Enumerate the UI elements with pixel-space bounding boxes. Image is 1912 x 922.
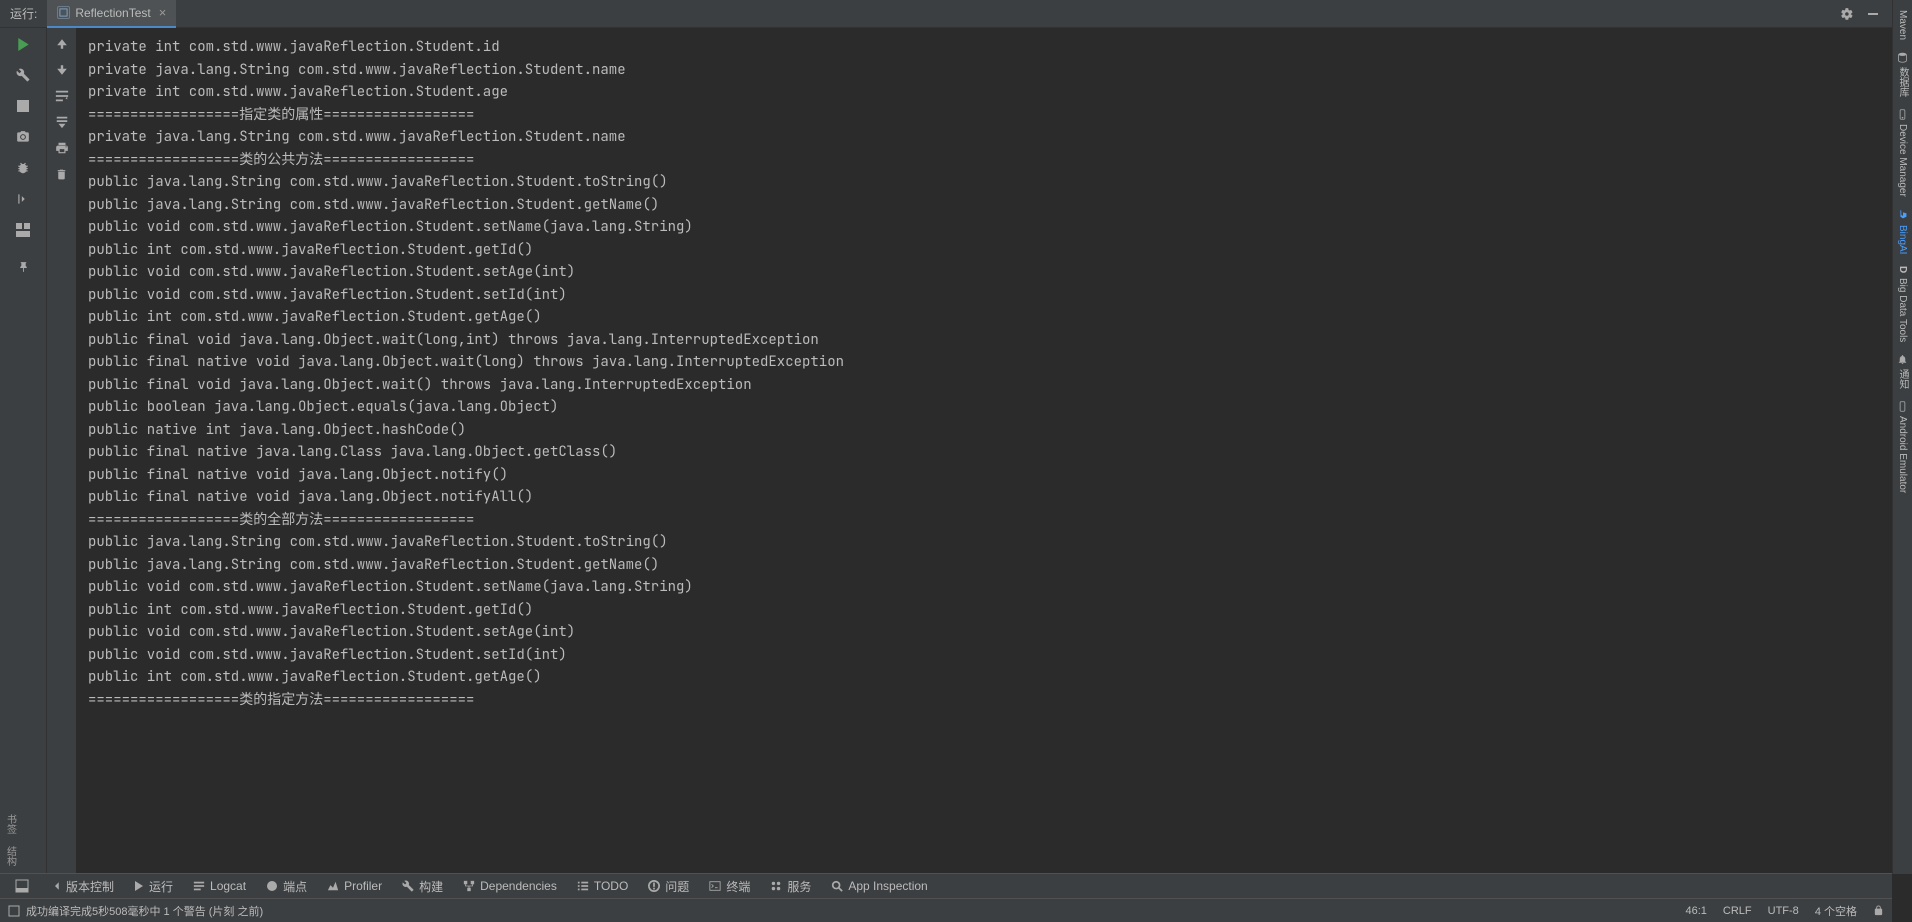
- file-encoding[interactable]: UTF-8: [1768, 905, 1799, 917]
- soft-wrap-icon[interactable]: [54, 88, 70, 104]
- right-tool-bingai[interactable]: BingAI: [1895, 204, 1911, 259]
- tool-run[interactable]: 运行: [124, 874, 183, 898]
- indent-setting[interactable]: 4 个空格: [1815, 903, 1857, 919]
- right-tool-notifications[interactable]: 通知: [1893, 349, 1912, 394]
- tool-services[interactable]: 服务: [760, 874, 821, 898]
- tool-build[interactable]: 构建: [392, 874, 453, 898]
- tool-profiler[interactable]: Profiler: [317, 874, 392, 898]
- layout-icon[interactable]: [15, 222, 31, 238]
- settings-icon[interactable]: [1840, 7, 1854, 21]
- left-tool-structure[interactable]: 结构: [3, 840, 18, 872]
- tool-problems[interactable]: 问题: [638, 874, 699, 898]
- right-tool-maven[interactable]: Maven: [1895, 5, 1910, 45]
- exit-icon[interactable]: [15, 191, 31, 207]
- camera-icon[interactable]: [15, 129, 31, 145]
- print-icon[interactable]: [54, 140, 70, 156]
- right-tool-device-manager[interactable]: Device Manager: [1895, 104, 1910, 202]
- tool-todo[interactable]: TODO: [567, 874, 638, 898]
- right-tool-android-emulator[interactable]: Android Emulator: [1895, 396, 1910, 498]
- trash-icon[interactable]: [54, 166, 70, 182]
- tool-logcat[interactable]: Logcat: [183, 874, 256, 898]
- left-tool-bookmarks[interactable]: 书签: [3, 808, 18, 840]
- run-left-gutter: [0, 28, 46, 873]
- run-label: 运行:: [0, 5, 47, 22]
- minimize-icon[interactable]: [1866, 7, 1880, 21]
- lock-icon[interactable]: [1873, 905, 1884, 916]
- tool-app-inspection[interactable]: App Inspection: [821, 874, 937, 898]
- left-tool-stripe: 书签 结构: [0, 808, 20, 872]
- cursor-position[interactable]: 46:1: [1685, 905, 1706, 917]
- close-icon[interactable]: ×: [159, 5, 167, 20]
- tool-dependencies[interactable]: Dependencies: [453, 874, 567, 898]
- up-arrow-icon[interactable]: [54, 36, 70, 52]
- right-tool-database[interactable]: 数据库: [1893, 47, 1912, 102]
- bug-icon[interactable]: [15, 160, 31, 176]
- wrench-icon[interactable]: [15, 67, 31, 83]
- status-square-icon[interactable]: [8, 905, 20, 917]
- tool-breakpoints[interactable]: 端点: [256, 874, 317, 898]
- rerun-icon[interactable]: [15, 36, 31, 52]
- status-bar: 成功编译完成5秒508毫秒中 1 个警告 (片刻 之前) 46:1 CRLF U…: [0, 898, 1892, 922]
- status-message: 成功编译完成5秒508毫秒中 1 个警告 (片刻 之前): [26, 903, 263, 919]
- line-separator[interactable]: CRLF: [1723, 905, 1752, 917]
- down-arrow-icon[interactable]: [54, 62, 70, 78]
- run-tab-reflectiontest[interactable]: ReflectionTest ×: [47, 0, 176, 28]
- scroll-to-end-icon[interactable]: [54, 114, 70, 130]
- stop-icon[interactable]: [15, 98, 31, 114]
- run-config-icon: [57, 6, 70, 19]
- console-output[interactable]: private int com.std.www.javaReflection.S…: [76, 28, 1892, 873]
- right-tool-big-data[interactable]: DBig Data Tools: [1895, 261, 1910, 347]
- bottom-tool-bar: 版本控制 运行 Logcat 端点 Profiler 构建 Dependenci…: [0, 873, 1892, 898]
- tool-window-button[interactable]: [5, 874, 39, 898]
- right-tool-stripe: Maven 数据库 Device Manager BingAI DBig Dat…: [1892, 0, 1912, 874]
- tool-terminal[interactable]: 终端: [699, 874, 760, 898]
- run-tab-bar: 运行: ReflectionTest ×: [0, 0, 1892, 28]
- tab-label: ReflectionTest: [75, 6, 150, 20]
- tool-version-control[interactable]: 版本控制: [39, 874, 124, 898]
- pin-icon[interactable]: [15, 259, 31, 275]
- console-gutter: [46, 28, 76, 873]
